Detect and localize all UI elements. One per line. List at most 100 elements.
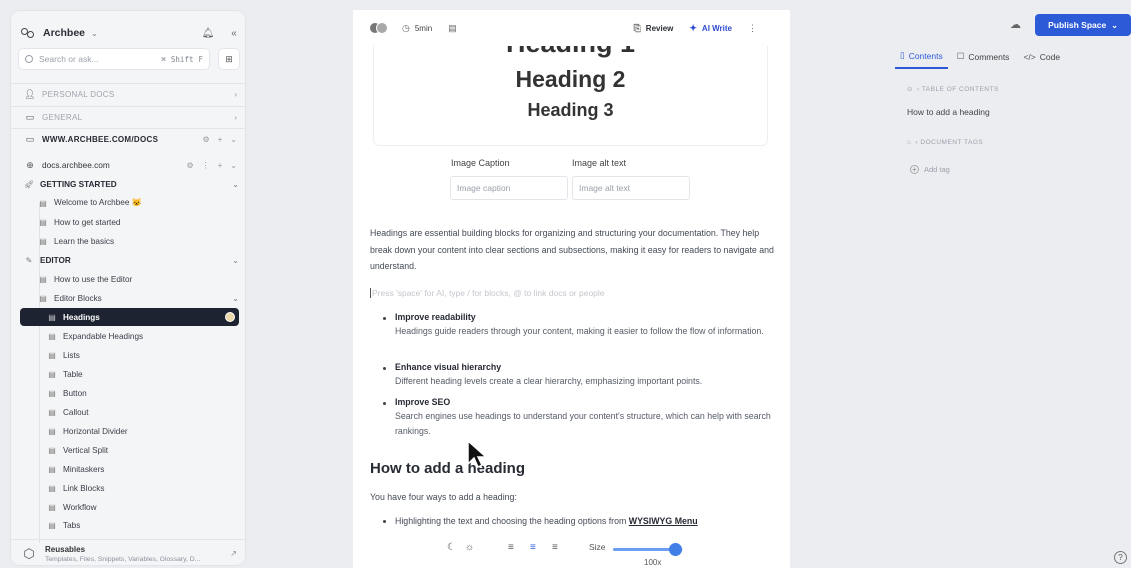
chevron-down-icon[interactable]: ⌄ (91, 29, 98, 38)
help-icon[interactable]: ? (1114, 551, 1127, 564)
review-button[interactable]: ⎘ Review (634, 23, 674, 34)
empty-block-hint[interactable]: Press 'space' for AI, type / for blocks,… (370, 288, 770, 298)
section-personal-docs[interactable]: 👤︎ PERSONAL DOCS › (11, 83, 245, 105)
list-item[interactable]: Improve readability Headings guide reade… (383, 312, 773, 339)
add-tag-button[interactable]: + Add tag (910, 165, 950, 174)
collaborator-avatars[interactable] (369, 22, 388, 34)
mouse-cursor-icon (467, 440, 488, 469)
add-icon[interactable]: + (218, 161, 223, 170)
chevron-right-icon: › (234, 113, 237, 122)
collapse-sidebar-icon[interactable]: « (227, 28, 241, 39)
bullet-title: Improve readability (395, 312, 476, 322)
image-block[interactable]: Heading 1 Heading 2 Heading 3 (373, 46, 768, 146)
tree-item-active[interactable]: ▤ Headings (20, 308, 239, 326)
tree-category-getting-started[interactable]: 🚀︎ GETTING STARTED ⌄ (20, 175, 239, 193)
tree-item[interactable]: ▤ Button (20, 384, 239, 402)
publish-label: Publish Space (1048, 20, 1107, 30)
size-slider-handle[interactable] (668, 543, 682, 556)
doc-icon: ▤ (48, 369, 56, 379)
toc-label[interactable]: ⊙ › TABLE OF CONTENTS (907, 85, 999, 93)
tree-item-editor-blocks[interactable]: ▤ Editor Blocks ⌄ (20, 289, 239, 307)
list-item[interactable]: Highlighting the text and choosing the h… (383, 516, 773, 526)
image-alt-input[interactable]: Image alt text (572, 176, 690, 200)
align-left-icon[interactable]: ≡ (508, 542, 514, 553)
doc-icon: ▤ (39, 274, 47, 284)
search-icon (25, 55, 33, 63)
section-intro[interactable]: You have four ways to add a heading: (370, 489, 775, 506)
doc-icon: ▤ (48, 464, 56, 474)
tree-label: Table (63, 369, 83, 379)
doc-icon: ▤ (39, 217, 47, 227)
tab-label: Contents (908, 50, 943, 61)
more-icon[interactable]: ⋮ (202, 161, 210, 170)
size-slider[interactable] (613, 543, 683, 556)
search-input[interactable]: Search or ask... ⌘ Shift F (18, 48, 210, 70)
tree-item[interactable]: ▤ Tabs (20, 516, 239, 534)
bullet-desc: Search engines use headings to understan… (395, 411, 771, 436)
align-right-icon[interactable]: ≡ (552, 542, 558, 553)
tree-label: Button (63, 388, 87, 398)
settings-icon[interactable]: ⚙ (202, 135, 209, 144)
cloud-sync-icon[interactable]: ☁ (1010, 18, 1021, 31)
size-control: ☾ ☼ ≡ ≡ ≡ Size 100x (440, 538, 740, 568)
chevron-down-icon[interactable]: ⌄ (230, 135, 237, 144)
right-panel-tabs: ▯ Contents ☐ Comments </> Code (895, 47, 1069, 69)
tree-item[interactable]: ▤ Lists (20, 346, 239, 364)
search-placeholder: Search or ask... (39, 54, 99, 64)
section-label: PERSONAL DOCS (42, 90, 115, 99)
tree-item[interactable]: ▤ Welcome to Archbee 😺 (20, 194, 239, 212)
tree-item[interactable]: ▤ Minitaskers (20, 460, 239, 478)
folder-icon: ▭ (25, 134, 35, 144)
tree-label: How to get started (54, 217, 121, 227)
list-item[interactable]: Enhance visual hierarchy Different headi… (383, 362, 773, 389)
add-tag-label: Add tag (924, 165, 950, 174)
moon-icon[interactable]: ☾ (447, 542, 456, 553)
settings-icon[interactable]: ⚙ (186, 161, 193, 170)
tree-item[interactable]: ▤ How to get started (20, 213, 239, 231)
tree-label: Horizontal Divider (63, 426, 128, 436)
tab-contents[interactable]: ▯ Contents (895, 47, 948, 69)
sun-icon[interactable]: ☼ (465, 542, 474, 553)
reusables-panel[interactable]: ⬡ Reusables Templates, Files, Snippets, … (11, 539, 245, 565)
tree-item[interactable]: ▤ Workflow (20, 498, 239, 516)
more-menu-button[interactable]: ⋮ (748, 23, 762, 34)
bullet-dot (383, 402, 386, 405)
tab-code[interactable]: </> Code (1018, 47, 1065, 69)
tree-label: GETTING STARTED (40, 179, 117, 189)
workspace-name[interactable]: Archbee (43, 27, 85, 39)
tree-item[interactable]: ▤ Horizontal Divider (20, 422, 239, 440)
intro-paragraph[interactable]: Headings are essential building blocks f… (370, 225, 775, 275)
image-caption-input[interactable]: Image caption (450, 176, 568, 200)
size-slider-fill (613, 548, 675, 551)
expand-arrow-icon[interactable]: ↗ (230, 549, 237, 558)
tree-item[interactable]: ▤ Vertical Split (20, 441, 239, 459)
section-heading[interactable]: How to add a heading (370, 460, 525, 477)
ai-write-label: AI Write (701, 23, 732, 33)
cube-icon: ⬡ (23, 545, 35, 561)
tree-item[interactable]: ▤ Learn the basics (20, 232, 239, 250)
tab-comments[interactable]: ☐ Comments (952, 47, 1015, 69)
tree-item[interactable]: ▤ Link Blocks (20, 479, 239, 497)
add-icon[interactable]: + (218, 135, 223, 144)
ai-write-button[interactable]: ✦ AI Write (689, 23, 732, 34)
new-folder-button[interactable]: ⊞ (218, 48, 240, 70)
toc-item[interactable]: How to add a heading (907, 107, 990, 117)
bell-icon[interactable]: 🔔︎ (201, 28, 215, 39)
tree-category-editor[interactable]: ✎ EDITOR ⌄ (20, 251, 239, 269)
list-item[interactable]: Improve SEO Search engines use headings … (383, 397, 773, 439)
tree-label: Learn the basics (54, 236, 115, 246)
tree-item[interactable]: ▤ How to use the Editor (20, 270, 239, 288)
tree-item[interactable]: ▤ Expandable Headings (20, 327, 239, 345)
align-center-icon[interactable]: ≡ (530, 542, 536, 553)
tags-label[interactable]: ⌂ › DOCUMENT TAGS (907, 139, 983, 146)
section-website-docs[interactable]: ▭ WWW.ARCHBEE.COM/DOCS ⚙ + ⌄ (11, 128, 245, 150)
wysiwyg-link[interactable]: WYSIWYG Menu (629, 516, 698, 526)
database-button[interactable]: ▤ (448, 23, 462, 34)
tree-item[interactable]: ▤ Callout (20, 403, 239, 421)
tree-item[interactable]: ▤ Table (20, 365, 239, 383)
chevron-down-icon[interactable]: ⌄ (230, 161, 237, 170)
space-row[interactable]: ⊕ docs.archbee.com ⚙ ⋮ + ⌄ (11, 154, 245, 176)
publish-space-button[interactable]: Publish Space ⌄ (1035, 14, 1131, 36)
section-general[interactable]: ▭ GENERAL › (11, 106, 245, 128)
more-icon: ⋮ (748, 22, 757, 33)
